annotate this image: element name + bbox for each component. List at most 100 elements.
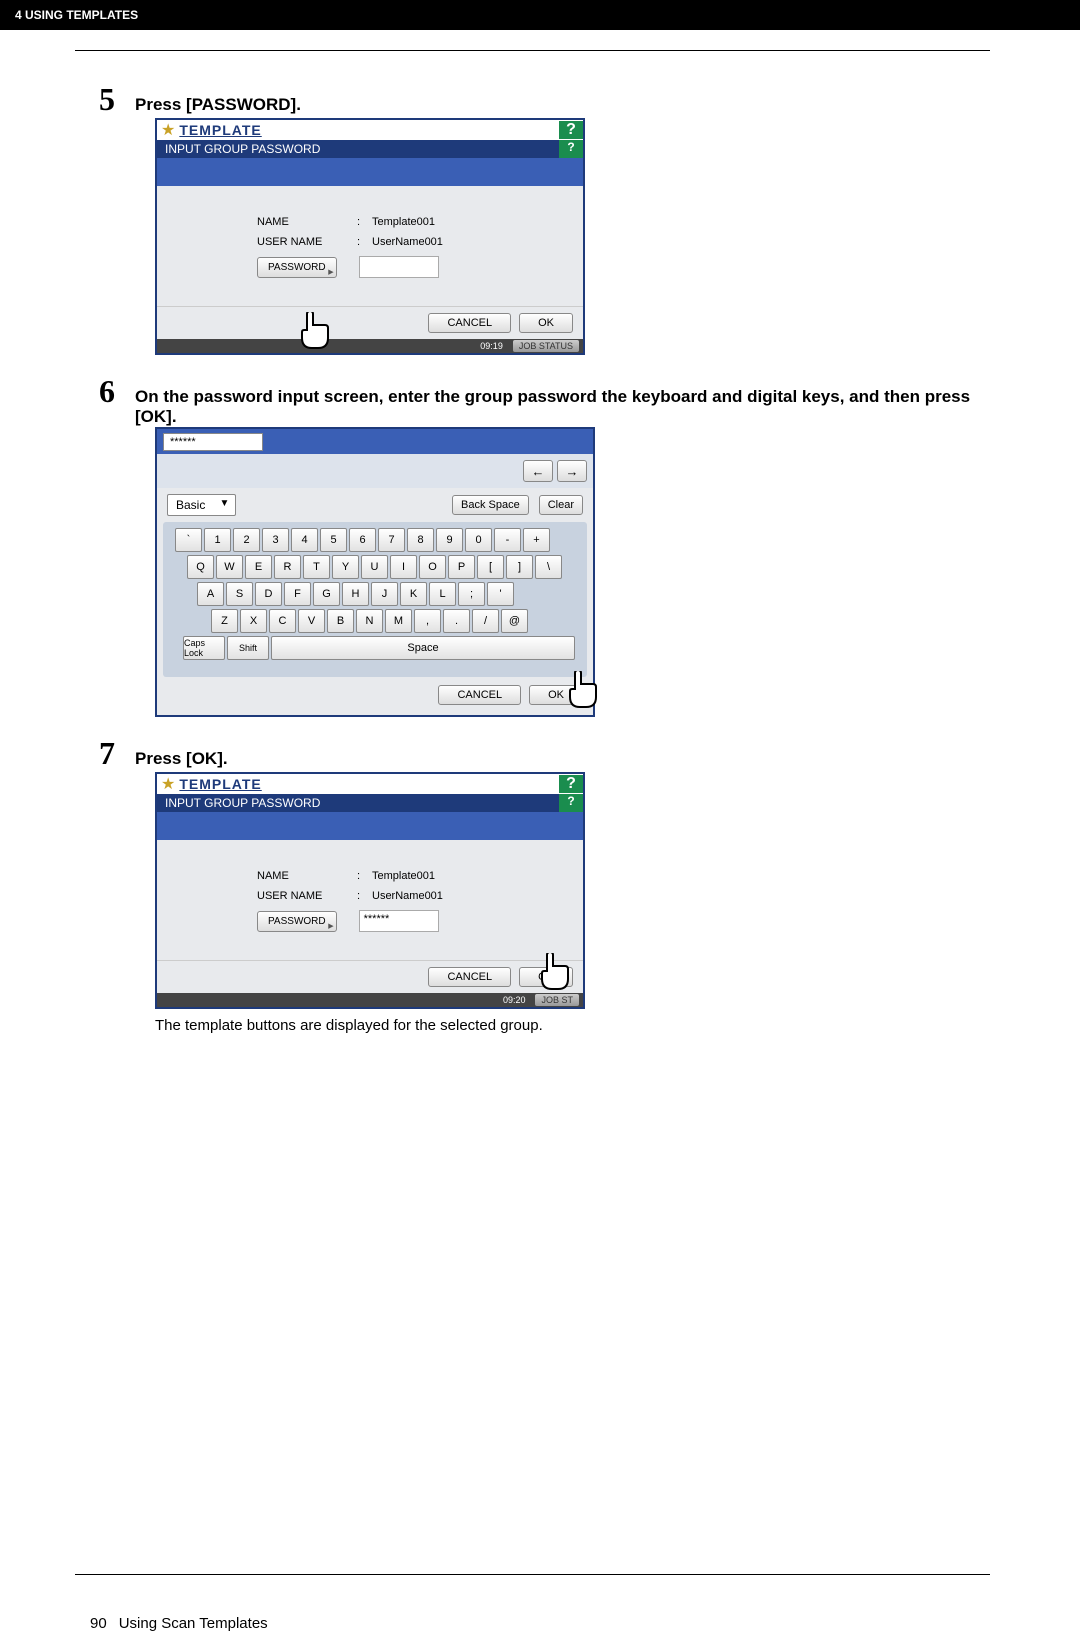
- password-field[interactable]: [359, 256, 439, 278]
- key-7[interactable]: 7: [378, 528, 405, 552]
- key-S[interactable]: S: [226, 582, 253, 606]
- key-R[interactable]: R: [274, 555, 301, 579]
- key-J[interactable]: J: [371, 582, 398, 606]
- space-key[interactable]: Space: [271, 636, 575, 660]
- right-arrow-button[interactable]: →: [557, 460, 587, 482]
- key-F[interactable]: F: [284, 582, 311, 606]
- key-1[interactable]: 1: [204, 528, 231, 552]
- key-L[interactable]: L: [429, 582, 456, 606]
- pointer-icon: [535, 953, 571, 1001]
- rule-bottom: [75, 1574, 990, 1575]
- job-status-button[interactable]: JOB STATUS: [513, 340, 579, 352]
- keyboard-keys: `1234567890-+ QWERTYUIOP[]\ ASDFGHJKL;' …: [163, 522, 587, 677]
- key-U[interactable]: U: [361, 555, 388, 579]
- key-V[interactable]: V: [298, 609, 325, 633]
- key-Q[interactable]: Q: [187, 555, 214, 579]
- left-arrow-button[interactable]: ←: [523, 460, 553, 482]
- key-\[interactable]: \: [535, 555, 562, 579]
- key-6[interactable]: 6: [349, 528, 376, 552]
- titlebar: ★ TEMPLATE ?: [157, 774, 583, 794]
- clear-button[interactable]: Clear: [539, 495, 583, 515]
- page: 4 USING TEMPLATES 5 Press [PASSWORD]. ★ …: [0, 0, 1080, 1642]
- star-icon: ★: [157, 120, 179, 140]
- key-5[interactable]: 5: [320, 528, 347, 552]
- step-6-body: ****** ← → Basic Back Space Clear `12345…: [155, 427, 990, 717]
- key-[[interactable]: [: [477, 555, 504, 579]
- key-/[interactable]: /: [472, 609, 499, 633]
- subtitle-text: INPUT GROUP PASSWORD: [165, 796, 559, 810]
- key-Z[interactable]: Z: [211, 609, 238, 633]
- key-N[interactable]: N: [356, 609, 383, 633]
- page-footer: 90 Using Scan Templates: [0, 1605, 1080, 1642]
- key-`[interactable]: `: [175, 528, 202, 552]
- kb-mode-bar: Basic Back Space Clear: [157, 488, 593, 522]
- key-8[interactable]: 8: [407, 528, 434, 552]
- key-A[interactable]: A: [197, 582, 224, 606]
- key-9[interactable]: 9: [436, 528, 463, 552]
- help-icon-2[interactable]: ?: [559, 794, 583, 812]
- user-value: UserName001: [372, 236, 443, 248]
- step-5-head: 5 Press [PASSWORD].: [75, 81, 990, 118]
- colon: :: [357, 236, 372, 248]
- step-5-instruction: Press [PASSWORD].: [135, 95, 990, 115]
- key-T[interactable]: T: [303, 555, 330, 579]
- subtitle-bar: INPUT GROUP PASSWORD ?: [157, 140, 583, 158]
- key-0[interactable]: 0: [465, 528, 492, 552]
- key-.[interactable]: .: [443, 609, 470, 633]
- step-5: 5 Press [PASSWORD]. ★ TEMPLATE ? INPUT G…: [75, 81, 990, 355]
- key-][interactable]: ]: [506, 555, 533, 579]
- key-3[interactable]: 3: [262, 528, 289, 552]
- name-row: NAME : Template001: [257, 216, 563, 228]
- help-icon[interactable]: ?: [559, 121, 583, 139]
- backspace-button[interactable]: Back Space: [452, 495, 529, 515]
- password-row: PASSWORD ▶ ******: [257, 910, 563, 932]
- blue-band: [157, 158, 583, 186]
- key-O[interactable]: O: [419, 555, 446, 579]
- user-row: USER NAME : UserName001: [257, 890, 563, 902]
- key-H[interactable]: H: [342, 582, 369, 606]
- key-K[interactable]: K: [400, 582, 427, 606]
- status-bar: 09:20 JOB ST: [157, 993, 583, 1007]
- ok-button[interactable]: OK: [519, 313, 573, 333]
- key-2[interactable]: 2: [233, 528, 260, 552]
- key-@[interactable]: @: [501, 609, 528, 633]
- name-label: NAME: [257, 870, 357, 882]
- user-label: USER NAME: [257, 890, 357, 902]
- step-7-instruction: Press [OK].: [135, 749, 990, 769]
- mode-select[interactable]: Basic: [167, 494, 236, 516]
- cancel-button[interactable]: CANCEL: [428, 313, 511, 333]
- key-P[interactable]: P: [448, 555, 475, 579]
- key-+[interactable]: +: [523, 528, 550, 552]
- shift-key[interactable]: Shift: [227, 636, 269, 660]
- key-'[interactable]: ': [487, 582, 514, 606]
- kb-cancel-button[interactable]: CANCEL: [438, 685, 521, 705]
- key-,[interactable]: ,: [414, 609, 441, 633]
- key-M[interactable]: M: [385, 609, 412, 633]
- step-7-number: 7: [75, 735, 115, 772]
- key--[interactable]: -: [494, 528, 521, 552]
- password-field[interactable]: ******: [359, 910, 439, 932]
- key-D[interactable]: D: [255, 582, 282, 606]
- colon: :: [357, 890, 372, 902]
- caps-lock-key[interactable]: Caps Lock: [183, 636, 225, 660]
- password-button[interactable]: PASSWORD ▶: [257, 257, 337, 278]
- page-number: 90: [90, 1615, 107, 1632]
- help-icon[interactable]: ?: [559, 775, 583, 793]
- step-6-head: 6 On the password input screen, enter th…: [75, 373, 990, 427]
- step-6: 6 On the password input screen, enter th…: [75, 373, 990, 717]
- key-C[interactable]: C: [269, 609, 296, 633]
- key-Y[interactable]: Y: [332, 555, 359, 579]
- key-4[interactable]: 4: [291, 528, 318, 552]
- key-X[interactable]: X: [240, 609, 267, 633]
- key-G[interactable]: G: [313, 582, 340, 606]
- password-button[interactable]: PASSWORD ▶: [257, 911, 337, 932]
- help-icon-2[interactable]: ?: [559, 140, 583, 158]
- key-B[interactable]: B: [327, 609, 354, 633]
- triangle-icon: ▶: [328, 922, 333, 930]
- screen-footer: CANCEL OK: [157, 306, 583, 339]
- key-W[interactable]: W: [216, 555, 243, 579]
- cancel-button[interactable]: CANCEL: [428, 967, 511, 987]
- key-E[interactable]: E: [245, 555, 272, 579]
- key-;[interactable]: ;: [458, 582, 485, 606]
- key-I[interactable]: I: [390, 555, 417, 579]
